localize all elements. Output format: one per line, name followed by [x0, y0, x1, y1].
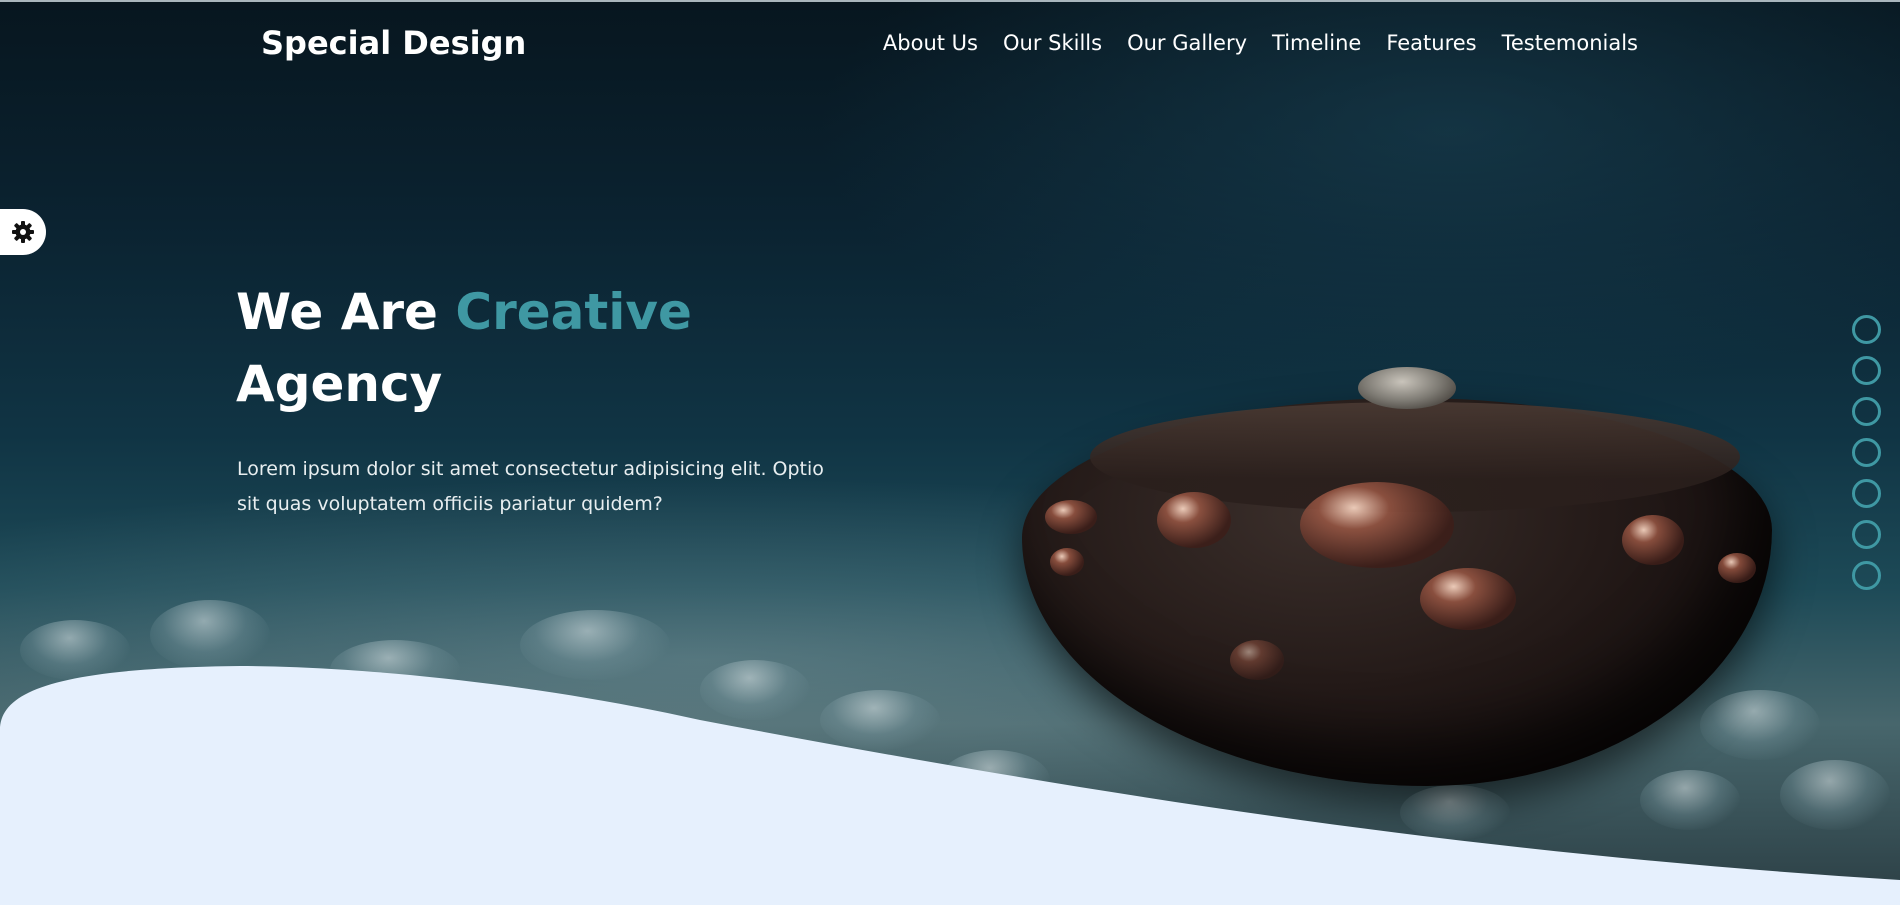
- hero-heading-text: We Are: [236, 283, 456, 341]
- page-nav-bullets: [1852, 315, 1881, 602]
- gear-icon: [12, 221, 34, 243]
- nav-bullet[interactable]: [1852, 438, 1881, 467]
- main-nav: About Us Our Skills Our Gallery Timeline…: [883, 31, 1638, 55]
- nav-link-about-us[interactable]: About Us: [883, 31, 978, 55]
- nav-link-our-gallery[interactable]: Our Gallery: [1127, 31, 1247, 55]
- nav-bullet[interactable]: [1852, 520, 1881, 549]
- nav-link-features[interactable]: Features: [1386, 31, 1476, 55]
- hero-heading-accent: Creative: [455, 283, 692, 341]
- nav-bullet[interactable]: [1852, 356, 1881, 385]
- hero-description: Lorem ipsum dolor sit amet consectetur a…: [237, 458, 824, 515]
- hero-heading-text-second-line: Agency: [236, 355, 443, 413]
- hero-heading: We Are Creative Agency: [236, 276, 936, 420]
- nav-bullet[interactable]: [1852, 479, 1881, 508]
- site-logo[interactable]: Special Design: [261, 24, 526, 62]
- nav-link-our-skills[interactable]: Our Skills: [1003, 31, 1102, 55]
- navbar: Special Design About Us Our Skills Our G…: [0, 0, 1900, 90]
- nav-bullet[interactable]: [1852, 561, 1881, 590]
- nav-bullet[interactable]: [1852, 397, 1881, 426]
- nav-link-testemonials[interactable]: Testemonials: [1502, 31, 1638, 55]
- nav-bullet[interactable]: [1852, 315, 1881, 344]
- nav-link-timeline[interactable]: Timeline: [1272, 31, 1361, 55]
- settings-toggle-button[interactable]: [0, 209, 46, 255]
